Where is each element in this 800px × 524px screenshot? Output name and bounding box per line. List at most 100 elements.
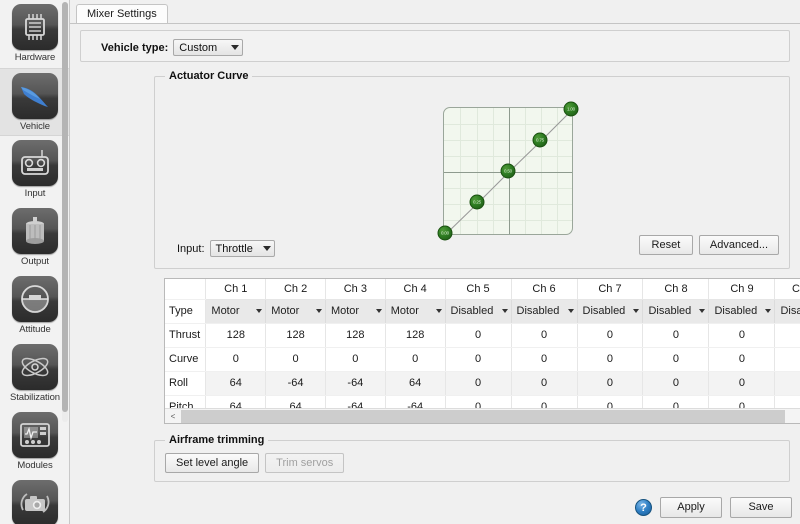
- column-header[interactable]: Ch 2: [265, 279, 326, 300]
- table-cell[interactable]: 0: [205, 347, 267, 372]
- curve-node[interactable]: 1.00: [563, 101, 579, 117]
- type-cell[interactable]: Motor: [265, 299, 326, 324]
- curve-node[interactable]: 0.25: [469, 194, 485, 210]
- column-header[interactable]: Ch 9: [708, 279, 776, 300]
- save-button[interactable]: Save: [730, 497, 792, 518]
- sidebar-item-label: Output: [21, 256, 49, 267]
- type-value: Motor: [271, 305, 300, 317]
- vehicle-type-panel: Vehicle type: Custom: [80, 30, 790, 62]
- table-cell[interactable]: 0: [445, 371, 512, 396]
- horizontal-scroll-thumb[interactable]: [181, 410, 785, 423]
- sidebar-item-modules[interactable]: Modules: [0, 408, 69, 476]
- table-cell[interactable]: 0: [577, 347, 644, 372]
- type-cell[interactable]: Disabled: [774, 299, 800, 324]
- airframe-trimming-group: Airframe trimming Set level angle Trim s…: [154, 434, 790, 482]
- sidebar-item-stabilization[interactable]: Stabilization: [0, 340, 69, 408]
- tab-mixer-settings[interactable]: Mixer Settings: [76, 4, 168, 24]
- table-cell[interactable]: 0: [385, 347, 446, 372]
- table-cell[interactable]: 0: [774, 347, 800, 372]
- reset-button[interactable]: Reset: [638, 235, 693, 255]
- table-cell[interactable]: -64: [325, 371, 386, 396]
- sidebar-item-hardware[interactable]: Hardware: [0, 0, 69, 68]
- vehicle-type-select[interactable]: Custom: [173, 39, 244, 56]
- motor-icon: [12, 208, 58, 254]
- table-cell[interactable]: 0: [445, 323, 512, 348]
- row-header: Curve: [165, 347, 207, 372]
- sidebar-scrollbar[interactable]: [62, 2, 68, 422]
- curve-node[interactable]: 0.50: [500, 163, 516, 179]
- chevron-down-icon: [315, 309, 322, 313]
- actuator-curve-chart[interactable]: 0.00 0.25 0.50 0.75 1.00: [437, 101, 579, 241]
- table-cell[interactable]: 0: [511, 371, 578, 396]
- actuator-curve-title: Actuator Curve: [165, 70, 253, 82]
- table-cell[interactable]: 0: [774, 323, 800, 348]
- type-cell[interactable]: Disabled: [445, 299, 512, 324]
- table-horizontal-scrollbar[interactable]: < >: [165, 408, 800, 423]
- actuator-curve-group: Actuator Curve 0.00 0.25 0.50 0.75 1.00 …: [154, 70, 790, 269]
- gyro-icon: [12, 344, 58, 390]
- curve-input-label: Input:: [177, 242, 205, 255]
- table-cell[interactable]: 128: [325, 323, 386, 348]
- table-cell[interactable]: 0: [774, 371, 800, 396]
- type-cell[interactable]: Motor: [385, 299, 446, 324]
- table-cell[interactable]: 0: [511, 323, 578, 348]
- scroll-left-arrow-icon[interactable]: <: [165, 409, 181, 423]
- type-cell[interactable]: Motor: [325, 299, 386, 324]
- column-header[interactable]: Ch 4: [385, 279, 446, 300]
- table-cell[interactable]: 0: [642, 371, 710, 396]
- type-cell[interactable]: Disabled: [708, 299, 776, 324]
- help-icon[interactable]: ?: [635, 499, 652, 516]
- type-cell[interactable]: Disabled: [642, 299, 710, 324]
- table-cell[interactable]: 0: [642, 347, 710, 372]
- table-cell[interactable]: 128: [205, 323, 267, 348]
- curve-input-select[interactable]: Throttle: [209, 240, 275, 257]
- type-cell[interactable]: Disabled: [511, 299, 578, 324]
- sidebar-scroll-thumb[interactable]: [62, 2, 68, 412]
- row-header: Thrust: [165, 323, 207, 348]
- type-value: Motor: [330, 305, 360, 317]
- column-header[interactable]: Ch 5: [445, 279, 512, 300]
- sidebar-item-attitude[interactable]: Attitude: [0, 272, 69, 340]
- advanced-button[interactable]: Advanced...: [698, 235, 779, 255]
- apply-button[interactable]: Apply: [660, 497, 722, 518]
- table-cell[interactable]: -64: [265, 371, 326, 396]
- table-row: Curve 0 0 0 0 0 0 0 0 0 0: [165, 347, 800, 372]
- sidebar-item-label: Vehicle: [20, 121, 50, 132]
- table-cell[interactable]: 64: [205, 371, 267, 396]
- sidebar-item-input[interactable]: Input: [0, 136, 69, 204]
- table-cell[interactable]: 0: [445, 347, 512, 372]
- set-level-angle-button[interactable]: Set level angle: [165, 453, 260, 473]
- chevron-down-icon: [256, 309, 263, 313]
- column-header[interactable]: Ch 8: [642, 279, 710, 300]
- table-cell[interactable]: 0: [325, 347, 386, 372]
- table-cell[interactable]: 128: [385, 323, 446, 348]
- sidebar-item-output[interactable]: Output: [0, 204, 69, 272]
- column-header[interactable]: Ch 6: [511, 279, 578, 300]
- mixer-table-grid: Ch 1 Ch 2 Ch 3 Ch 4 Ch 5 Ch 6 Ch 7 Ch 8 …: [165, 279, 800, 420]
- curve-node-label: 0.75: [536, 137, 544, 143]
- table-cell[interactable]: 64: [385, 371, 446, 396]
- table-cell[interactable]: 0: [511, 347, 578, 372]
- table-header-row: Ch 1 Ch 2 Ch 3 Ch 4 Ch 5 Ch 6 Ch 7 Ch 8 …: [165, 279, 800, 300]
- chevron-down-icon: [567, 309, 574, 313]
- column-header[interactable]: Ch 1: [205, 279, 267, 300]
- type-cell[interactable]: Motor: [205, 299, 267, 324]
- table-cell[interactable]: 128: [265, 323, 326, 348]
- sidebar-item-label: Hardware: [14, 52, 56, 63]
- table-cell[interactable]: 0: [577, 371, 644, 396]
- table-cell[interactable]: 0: [708, 371, 776, 396]
- sidebar-item-camera-stab[interactable]: Camera Stab: [0, 476, 69, 524]
- table-cell[interactable]: 0: [642, 323, 710, 348]
- column-header[interactable]: Ch 3: [325, 279, 386, 300]
- column-header[interactable]: Ch 10: [774, 279, 800, 300]
- table-cell[interactable]: 0: [708, 323, 776, 348]
- table-cell[interactable]: 0: [708, 347, 776, 372]
- type-cell[interactable]: Disabled: [577, 299, 644, 324]
- curve-node[interactable]: 0.00: [437, 225, 453, 241]
- sidebar-item-vehicle[interactable]: Vehicle: [0, 68, 69, 136]
- column-header[interactable]: Ch 7: [577, 279, 644, 300]
- curve-node[interactable]: 0.75: [532, 132, 548, 148]
- table-cell[interactable]: 0: [265, 347, 326, 372]
- mixer-table[interactable]: Ch 1 Ch 2 Ch 3 Ch 4 Ch 5 Ch 6 Ch 7 Ch 8 …: [164, 278, 800, 424]
- table-cell[interactable]: 0: [577, 323, 644, 348]
